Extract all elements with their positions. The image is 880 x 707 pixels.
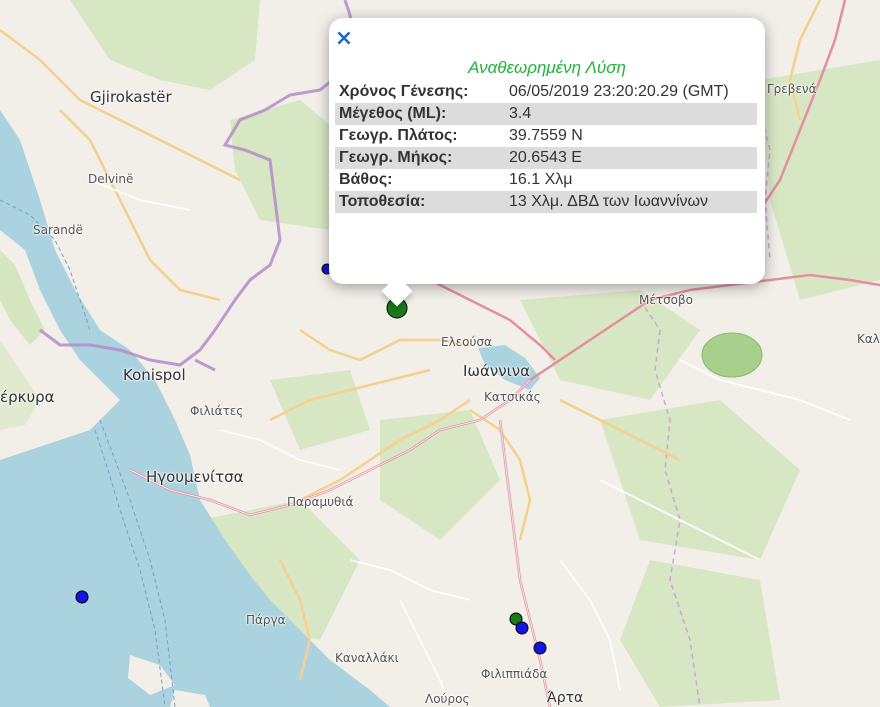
detail-row-depth: Βάθος: 16.1 Χλμ [335, 169, 757, 191]
place-label: Gjirokastër [90, 88, 172, 106]
detail-label: Τοποθεσία: [335, 191, 505, 213]
place-label: Ιωάννινα [463, 362, 530, 380]
place-label: Sarandë [33, 223, 83, 237]
place-label: Ηγουμενίτσα [146, 468, 244, 486]
place-label: Παραμυθιά [287, 495, 354, 509]
place-label: Konispol [123, 366, 186, 384]
place-label: Γρεβενά [767, 82, 817, 96]
detail-value: 13 Χλμ. ΔΒΔ των Ιωαννίνων [505, 191, 757, 213]
detail-label: Γεωγρ. Μήκος: [335, 147, 505, 169]
detail-label: Βάθος: [339, 171, 393, 188]
detail-label: Γεωγρ. Πλάτος: [339, 127, 458, 144]
place-label: Λούρος [425, 692, 470, 706]
earthquake-details-table: Χρόνος Γένεσης: 06/05/2019 23:20:20.29 (… [335, 81, 757, 213]
detail-row-origin-time: Χρόνος Γένεσης: 06/05/2019 23:20:20.29 (… [335, 81, 757, 103]
detail-label: Χρόνος Γένεσης: [339, 83, 469, 100]
park-area [701, 332, 763, 378]
detail-value: 39.7559 N [509, 127, 583, 144]
place-label: Φιλιάτες [190, 404, 244, 418]
detail-value: 06/05/2019 23:20:20.29 (GMT) [509, 83, 729, 100]
place-label: Άρτα [547, 690, 584, 706]
quake-marker[interactable] [515, 621, 529, 635]
detail-value: 20.6543 E [505, 147, 757, 169]
place-label: Πάργα [246, 613, 286, 627]
place-label: Μέτσοβο [639, 293, 694, 307]
place-label: Καναλλάκι [335, 651, 399, 665]
close-icon[interactable]: × [334, 28, 354, 50]
place-label: Ελεούσα [441, 335, 492, 349]
place-label: Φιλιππιάδα [481, 667, 548, 681]
place-label: Delvinë [88, 172, 134, 186]
popup-title: Αναθεωρημένη Λύση [468, 58, 626, 77]
quake-marker[interactable] [533, 641, 547, 655]
place-label: Καλ [857, 332, 880, 346]
detail-row-longitude: Γεωγρ. Μήκος: 20.6543 E [335, 147, 757, 169]
detail-value: 16.1 Χλμ [509, 171, 573, 188]
place-label: έρκυρα [0, 388, 55, 406]
place-label: Κατσικάς [484, 390, 541, 404]
detail-row-latitude: Γεωγρ. Πλάτος: 39.7559 N [335, 125, 757, 147]
detail-row-location: Τοποθεσία: 13 Χλμ. ΔΒΔ των Ιωαννίνων [335, 191, 757, 213]
detail-label: Μέγεθος (ML): [335, 103, 505, 125]
detail-row-magnitude: Μέγεθος (ML): 3.4 [335, 103, 757, 125]
detail-value: 3.4 [505, 103, 757, 125]
quake-marker[interactable] [75, 590, 89, 604]
